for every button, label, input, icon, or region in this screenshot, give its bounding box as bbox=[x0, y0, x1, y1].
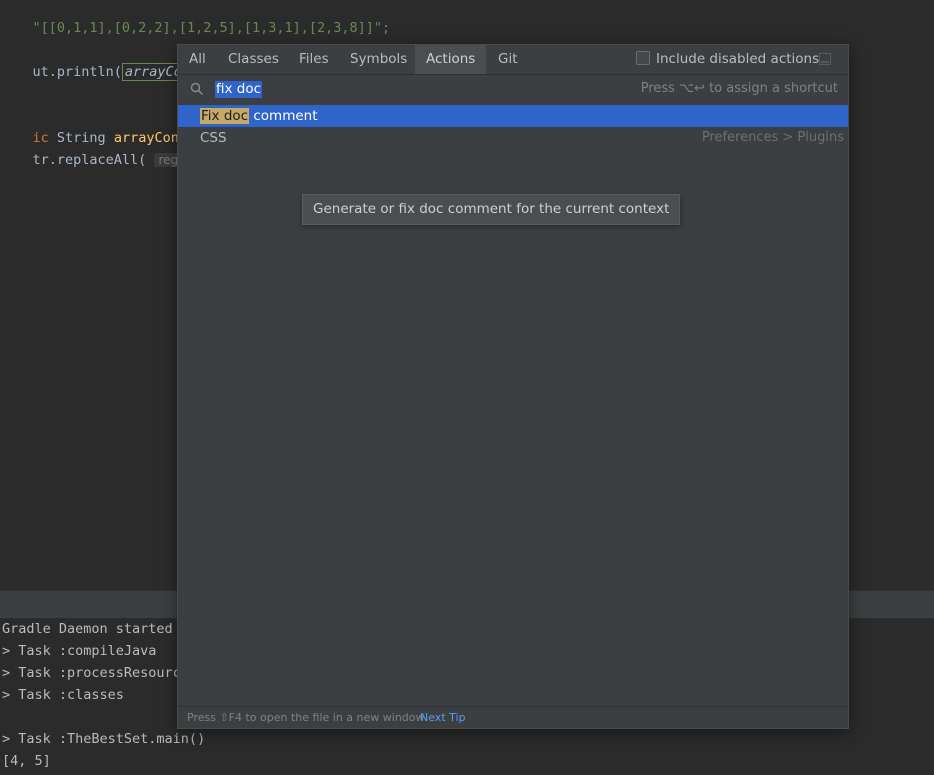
console-line: > Task :TheBestSet.main() bbox=[2, 731, 206, 747]
tab-symbols[interactable]: Symbols bbox=[339, 45, 418, 74]
include-disabled-checkbox[interactable] bbox=[636, 50, 650, 65]
result-label: Fix doc comment bbox=[200, 105, 318, 127]
tab-actions[interactable]: Actions bbox=[415, 45, 487, 74]
code-text: ut.println( bbox=[32, 64, 122, 80]
tab-git[interactable]: Git bbox=[487, 45, 529, 74]
footer-hint: Press ⇧F4 to open the file in a new wind… bbox=[187, 711, 425, 724]
result-fix-doc-comment[interactable]: Fix doc comment bbox=[178, 105, 848, 127]
tab-files[interactable]: Files bbox=[288, 45, 340, 74]
code-text: tr.replaceAll( bbox=[32, 152, 155, 168]
filter-icon[interactable] bbox=[819, 53, 831, 65]
console-line: Gradle Daemon started i bbox=[2, 621, 189, 637]
tab-classes[interactable]: Classes bbox=[217, 45, 290, 74]
search-bar: fix doc Press ⌥↩ to assign a shortcut bbox=[178, 74, 848, 105]
scope-tabs: All Classes Files Symbols Actions Git In… bbox=[178, 45, 848, 74]
popup-footer: Press ⇧F4 to open the file in a new wind… bbox=[178, 706, 848, 728]
console-line: > Task :classes bbox=[2, 687, 124, 703]
result-css[interactable]: CSS Preferences > Plugins bbox=[178, 127, 848, 149]
result-location: Preferences > Plugins bbox=[701, 130, 844, 145]
results-list: Fix doc comment CSS Preferences > Plugin… bbox=[178, 104, 848, 707]
next-tip-link[interactable]: Next Tip bbox=[420, 707, 466, 728]
match-highlight: Fix doc bbox=[200, 108, 250, 124]
result-label-rest: comment bbox=[249, 108, 318, 124]
include-disabled-label: Include disabled actions bbox=[656, 51, 820, 67]
console-line: > Task :compileJava bbox=[2, 643, 157, 659]
string-literal: "[[0,1,1],[0,2,2],[1,2,5],[1,3,1],[2,3,8… bbox=[32, 20, 391, 36]
search-input[interactable]: fix doc bbox=[215, 81, 263, 98]
assign-shortcut-hint: Press ⌥↩ to assign a shortcut bbox=[640, 81, 838, 96]
action-description-tooltip: Generate or fix doc comment for the curr… bbox=[302, 194, 681, 225]
tab-all[interactable]: All bbox=[178, 45, 217, 74]
console-line: > Task :processResource bbox=[2, 665, 189, 681]
search-everywhere-popup: All Classes Files Symbols Actions Git In… bbox=[177, 44, 849, 729]
console-line: [4, 5] bbox=[2, 753, 51, 769]
search-icon bbox=[190, 82, 203, 95]
include-disabled-actions-toggle[interactable]: Include disabled actions bbox=[636, 45, 819, 74]
result-label: CSS bbox=[200, 130, 227, 146]
